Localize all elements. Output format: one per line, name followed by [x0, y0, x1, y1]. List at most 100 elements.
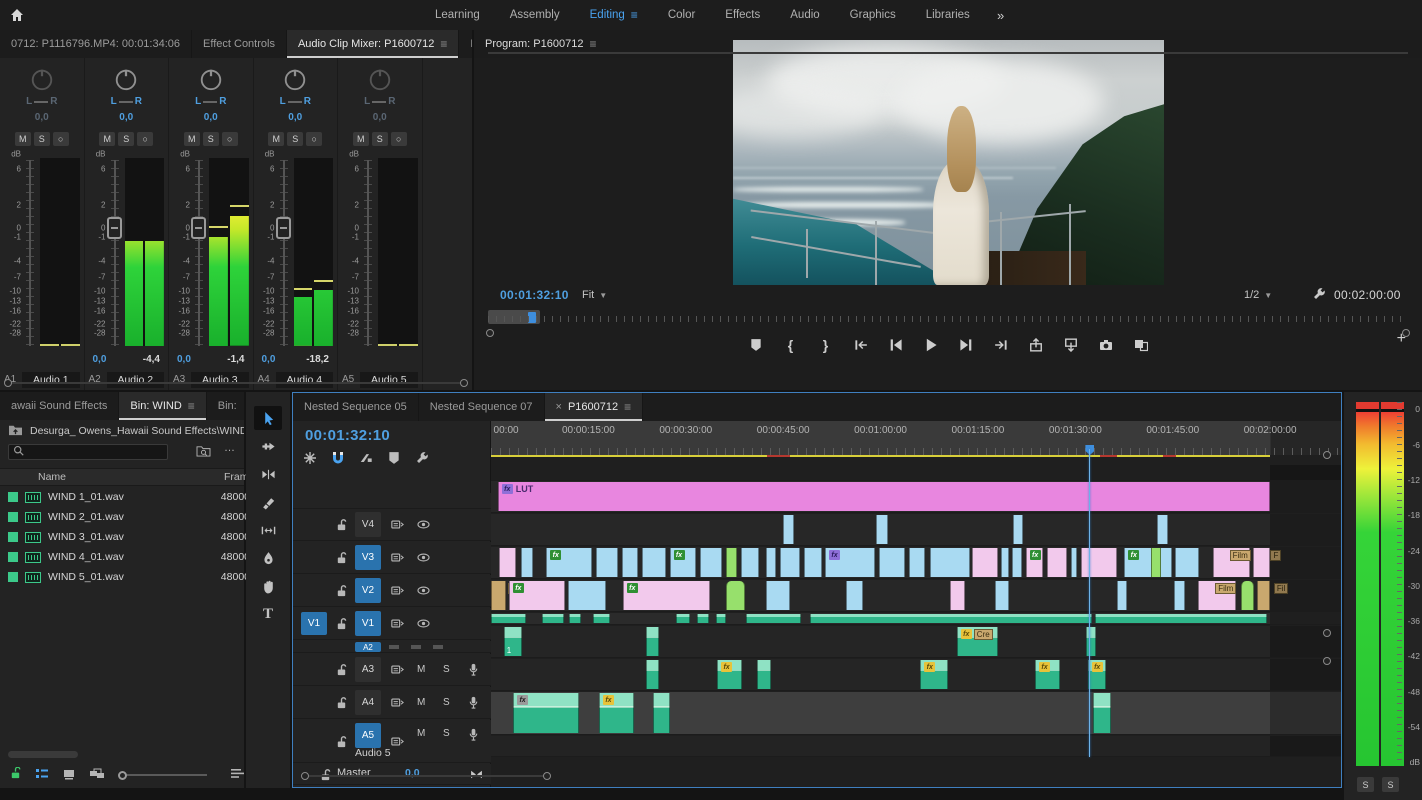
lift-button[interactable]	[1025, 335, 1047, 355]
timeline-clip[interactable]: fx	[1124, 548, 1172, 577]
track-lock-icon[interactable]	[333, 584, 349, 598]
timeline-horizontal-scrollbar[interactable]	[301, 772, 551, 781]
mixer-panel-tab[interactable]: Met	[459, 30, 472, 58]
timeline-lane-a12[interactable]	[491, 613, 1341, 625]
mixer-horizontal-scrollbar[interactable]	[4, 379, 468, 387]
timeline-clip[interactable]	[700, 548, 723, 577]
solo-left-button[interactable]: S	[1357, 777, 1374, 792]
hand-tool[interactable]	[254, 574, 282, 598]
scrollbar-handle[interactable]	[460, 379, 468, 387]
workspace-tab-editing[interactable]: Editing ≡	[575, 0, 653, 30]
fader-track[interactable]	[110, 160, 119, 346]
timeline-clip[interactable]	[757, 660, 771, 689]
timeline-lane-v3[interactable]	[491, 514, 1341, 546]
linked-selection-icon[interactable]	[359, 451, 373, 468]
play-button[interactable]	[920, 335, 942, 355]
mute-track-button[interactable]: M	[417, 664, 425, 675]
volume-fader[interactable]	[191, 216, 206, 239]
track-name-label[interactable]: Audio 5	[355, 747, 391, 759]
mute-button[interactable]: M	[268, 132, 285, 146]
label-color-swatch[interactable]	[8, 492, 18, 502]
scrollbar-handle[interactable]	[543, 772, 551, 780]
timeline-clip[interactable]: fx	[1025, 548, 1044, 577]
timeline-clip[interactable]: fx	[717, 660, 742, 689]
sync-lock-icon[interactable]	[389, 663, 405, 677]
timeline-clip[interactable]	[878, 548, 905, 577]
timeline-clip[interactable]: fx	[508, 581, 565, 610]
panel-menu-icon[interactable]: ≡	[589, 38, 596, 50]
file-row[interactable]: WIND 2_01.wav 48000	[0, 507, 250, 527]
comparison-view-button[interactable]	[1130, 335, 1152, 355]
timeline-clip[interactable]: fx	[598, 693, 634, 733]
extract-button[interactable]	[1060, 335, 1082, 355]
writable-indicator-icon[interactable]	[9, 766, 22, 783]
timeline-clip[interactable]: Fil	[491, 581, 523, 610]
track-lock-icon[interactable]	[333, 663, 349, 677]
record-automation-button[interactable]: ○	[137, 132, 154, 146]
timeline-clip[interactable]	[1012, 548, 1023, 577]
sync-lock-icon[interactable]	[389, 734, 405, 748]
program-timecode[interactable]: 00:01:32:10	[500, 288, 569, 302]
timeline-track-area[interactable]: 00:00 00:00:15:00 00:00:30:00 00:00:45:00 00…	[491, 421, 1341, 787]
timeline-clip[interactable]	[1240, 581, 1255, 610]
snap-icon[interactable]	[331, 451, 345, 468]
timeline-lane-gap[interactable]	[491, 465, 1341, 481]
solo-button[interactable]: S	[202, 132, 219, 146]
zoom-slider[interactable]	[118, 770, 207, 780]
timeline-clip[interactable]	[780, 548, 801, 577]
timeline-clip[interactable]	[567, 581, 606, 610]
home-icon[interactable]	[0, 0, 34, 30]
file-row[interactable]: WIND 3_01.wav 48000	[0, 527, 250, 547]
scrollbar-handle[interactable]	[4, 379, 12, 387]
timeline-clip[interactable]	[491, 614, 526, 623]
list-view-button[interactable]	[35, 768, 49, 783]
timeline-clip[interactable]	[1086, 627, 1097, 656]
button-editor-plus[interactable]: +	[1397, 330, 1406, 348]
timeline-clip[interactable]	[1094, 614, 1268, 623]
timeline-clip[interactable]	[725, 581, 746, 610]
video-preview[interactable]	[733, 40, 1164, 285]
sequence-tab[interactable]: Nested Sequence 05	[293, 393, 419, 421]
timeline-clip[interactable]	[950, 581, 966, 610]
sync-lock-icon[interactable]	[389, 518, 405, 532]
project-panel-tab[interactable]: Bin: WIND ≡	[119, 392, 207, 420]
mute-button[interactable]: M	[14, 132, 31, 146]
scrollbar-handle[interactable]	[301, 772, 309, 780]
timeline-clip[interactable]	[520, 548, 533, 577]
timeline-clip[interactable]	[1012, 515, 1024, 544]
timeline-clip[interactable]: Film	[1198, 581, 1237, 610]
timeline-clip[interactable]: fx	[825, 548, 876, 577]
timeline-timecode[interactable]: 00:01:32:10	[305, 427, 390, 444]
sequence-tab[interactable]: Nested Sequence 07	[419, 393, 545, 421]
timeline-clip[interactable]	[645, 660, 660, 689]
label-color-swatch[interactable]	[8, 512, 18, 522]
timeline-clip[interactable]	[765, 548, 776, 577]
timeline-clip[interactable]	[642, 548, 667, 577]
timeline-lane-a3[interactable]: 1 fx Cre	[491, 626, 1341, 658]
track-target-v2[interactable]: V2	[355, 578, 381, 603]
timeline-clip[interactable]: 1	[503, 627, 522, 656]
track-output-eye-icon[interactable]	[415, 584, 431, 598]
selection-tool[interactable]	[254, 406, 282, 430]
track-target-v4[interactable]: V4	[355, 512, 381, 537]
timeline-clip[interactable]	[569, 614, 582, 623]
fader-track[interactable]	[364, 160, 372, 346]
timeline-clip[interactable]	[995, 581, 1009, 610]
timeline-clip[interactable]: Fil	[1256, 581, 1289, 610]
timeline-lane-m[interactable]	[491, 736, 1341, 757]
timeline-clip[interactable]	[1116, 581, 1127, 610]
file-row[interactable]: WIND 4_01.wav 48000	[0, 547, 250, 567]
timeline-clip[interactable]	[652, 693, 670, 733]
razor-tool[interactable]	[254, 490, 282, 514]
timeline-clip[interactable]	[929, 548, 970, 577]
timeline-clip[interactable]	[645, 627, 660, 656]
mute-track-button[interactable]: M	[417, 697, 425, 708]
breadcrumb[interactable]: Desurga_ Owens_Hawaii Sound Effects\WIND	[30, 425, 244, 437]
timeline-clip[interactable]: Film	[1212, 548, 1251, 577]
timeline-clip[interactable]	[593, 614, 610, 623]
playback-resolution-select[interactable]: 1/2 ▼	[1244, 289, 1272, 301]
timeline-clip[interactable]	[1156, 515, 1168, 544]
voiceover-record-icon[interactable]	[465, 696, 481, 710]
step-back-button[interactable]	[885, 335, 907, 355]
timeline-clip[interactable]: fx Cre	[956, 627, 999, 656]
